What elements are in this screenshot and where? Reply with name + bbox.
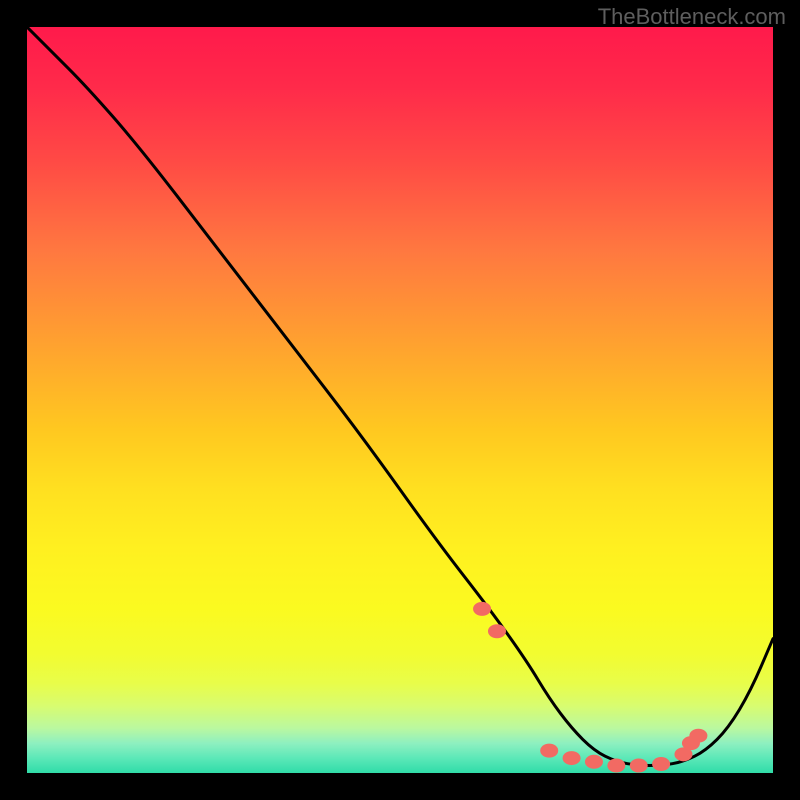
bottleneck-curve	[27, 27, 773, 766]
watermark-text: TheBottleneck.com	[598, 4, 786, 30]
curve-marker	[563, 751, 581, 765]
curve-marker	[473, 602, 491, 616]
curve-marker	[488, 624, 506, 638]
plot-area	[27, 27, 773, 773]
curve-marker	[689, 729, 707, 743]
curve-marker	[540, 744, 558, 758]
curve-marker	[585, 755, 603, 769]
curve-marker	[652, 757, 670, 771]
chart-frame: TheBottleneck.com	[0, 0, 800, 800]
curve-layer	[27, 27, 773, 773]
curve-marker	[607, 759, 625, 773]
curve-marker	[630, 759, 648, 773]
